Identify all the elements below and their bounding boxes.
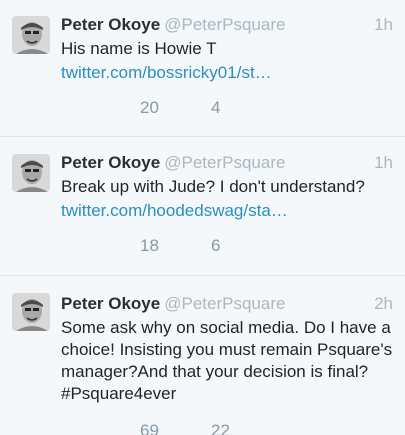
author-handle[interactable]: @PeterPsquare [164, 153, 285, 172]
author-name[interactable]: Peter Okoye [61, 15, 160, 34]
author-name[interactable]: Peter Okoye [61, 294, 160, 313]
retweet-count[interactable]: 18 [140, 235, 159, 257]
author-name[interactable]: Peter Okoye [61, 153, 160, 172]
tweet-timeline: Peter Okoye @PeterPsquare 1h His name is … [0, 0, 405, 435]
retweet-count[interactable]: 69 [140, 420, 159, 435]
avatar[interactable] [12, 293, 50, 331]
tweet[interactable]: Peter Okoye @PeterPsquare 1h Break up wit… [0, 137, 405, 276]
tweet-header: Peter Okoye @PeterPsquare 1h [61, 14, 393, 36]
tweet[interactable]: Peter Okoye @PeterPsquare 1h His name is … [0, 0, 405, 137]
tweet-body: Peter Okoye @PeterPsquare 1h His name is … [61, 14, 393, 84]
favorite-count[interactable]: 22 [211, 420, 230, 435]
author-handle[interactable]: @PeterPsquare [164, 15, 285, 34]
tweet-header: Peter Okoye @PeterPsquare 1h [61, 152, 393, 174]
tweet-header: Peter Okoye @PeterPsquare 2h [61, 293, 393, 315]
tweet-link[interactable]: twitter.com/bossricky01/st… [61, 62, 393, 84]
favorite-count[interactable]: 6 [211, 235, 220, 257]
tweet[interactable]: Peter Okoye @PeterPsquare 2h Some ask why… [0, 276, 405, 435]
avatar[interactable] [12, 16, 50, 54]
tweet-body: Peter Okoye @PeterPsquare 2h Some ask why… [61, 293, 393, 405]
author-handle[interactable]: @PeterPsquare [164, 294, 285, 313]
avatar[interactable] [12, 154, 50, 192]
favorite-count[interactable]: 4 [211, 97, 220, 119]
retweet-count[interactable]: 20 [140, 97, 159, 119]
tweet-time[interactable]: 2h [374, 293, 393, 315]
tweet-text: Break up with Jude? I don't understand? [61, 177, 365, 196]
tweet-time[interactable]: 1h [374, 152, 393, 174]
tweet-time[interactable]: 1h [374, 14, 393, 36]
tweet-text: His name is Howie T [61, 39, 217, 58]
tweet-text: Some ask why on social media. Do I have … [61, 318, 393, 403]
tweet-link[interactable]: twitter.com/hoodedswag/sta… [61, 200, 393, 222]
tweet-body: Peter Okoye @PeterPsquare 1h Break up wit… [61, 152, 393, 222]
